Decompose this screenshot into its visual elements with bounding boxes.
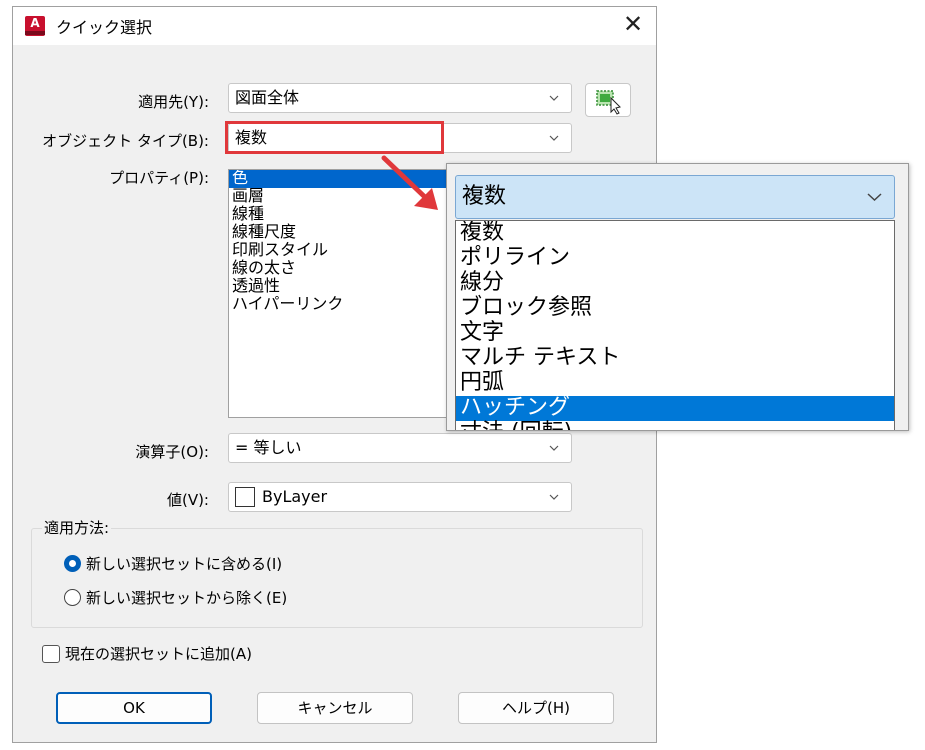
select-objects-icon: [596, 90, 621, 115]
chevron-down-icon: [867, 193, 882, 202]
dropdown-item[interactable]: ポリライン: [456, 246, 894, 271]
append-checkbox[interactable]: [42, 644, 60, 663]
value-value: ByLayer: [262, 487, 328, 506]
object-type-dropdown-list[interactable]: 複数 ポリライン 線分 ブロック参照 文字 マルチ テキスト 円弧 ハッチング …: [455, 220, 895, 431]
chevron-down-icon: [549, 135, 559, 141]
dropdown-item[interactable]: 文字: [456, 321, 894, 346]
apply-method-group: [31, 528, 643, 628]
value-combo[interactable]: ByLayer: [228, 482, 572, 512]
property-item[interactable]: ハイパーリンク: [229, 296, 447, 314]
ok-button[interactable]: OK: [56, 692, 212, 724]
operator-value: = 等しい: [235, 438, 302, 457]
dropdown-item[interactable]: 寸法 (回転): [456, 421, 894, 431]
radio-button[interactable]: [64, 589, 81, 606]
dropdown-item[interactable]: 複数: [456, 221, 894, 246]
autocad-app-icon: A: [25, 16, 45, 36]
close-button[interactable]: ✕: [620, 12, 646, 38]
apply-to-value: 図面全体: [235, 88, 300, 107]
apply-to-label: 適用先(Y):: [138, 93, 209, 111]
exclude-radio-label: 新しい選択セットから除く(E): [86, 589, 288, 607]
dropdown-item[interactable]: 円弧: [456, 371, 894, 396]
apply-to-combo[interactable]: 図面全体: [228, 83, 572, 113]
annotation-arrow-icon: [381, 155, 438, 210]
operator-label: 演算子(O):: [135, 443, 209, 461]
chevron-down-icon: [549, 95, 559, 101]
dropdown-item[interactable]: マルチ テキスト: [456, 346, 894, 371]
dropdown-item[interactable]: ブロック参照: [456, 296, 894, 321]
properties-label: プロパティ(P):: [109, 169, 209, 187]
popup-combo-value: 複数: [462, 184, 507, 209]
exclude-radio-option[interactable]: 新しい選択セットから除く(E): [64, 587, 287, 608]
object-type-dropdown-popup: 複数 複数 ポリライン 線分 ブロック参照 文字 マルチ テキスト 円弧 ハッチ…: [446, 163, 909, 431]
cancel-button[interactable]: キャンセル: [257, 692, 413, 724]
dropdown-item[interactable]: 線分: [456, 271, 894, 296]
popup-combo[interactable]: 複数: [455, 175, 895, 219]
chevron-down-icon: [549, 494, 559, 500]
operator-combo[interactable]: = 等しい: [228, 433, 572, 463]
radio-button-checked[interactable]: [64, 555, 81, 572]
apply-method-label: 適用方法:: [42, 517, 112, 538]
title-bar: A クイック選択 ✕: [13, 7, 656, 45]
dropdown-item-selected[interactable]: ハッチング: [456, 396, 894, 421]
include-radio-option[interactable]: 新しい選択セットに含める(I): [64, 553, 282, 574]
object-type-label: オブジェクト タイプ(B):: [42, 132, 209, 150]
dialog-title: クイック選択: [56, 18, 153, 37]
value-label: 値(V):: [166, 491, 209, 509]
append-checkbox-row[interactable]: 現在の選択セットに追加(A): [42, 643, 252, 664]
append-label: 現在の選択セットに追加(A): [65, 645, 252, 663]
select-objects-button[interactable]: [585, 83, 631, 117]
color-swatch: [235, 487, 255, 507]
help-button[interactable]: ヘルプ(H): [458, 692, 614, 724]
include-radio-label: 新しい選択セットに含める(I): [86, 555, 283, 573]
chevron-down-icon: [549, 445, 559, 451]
